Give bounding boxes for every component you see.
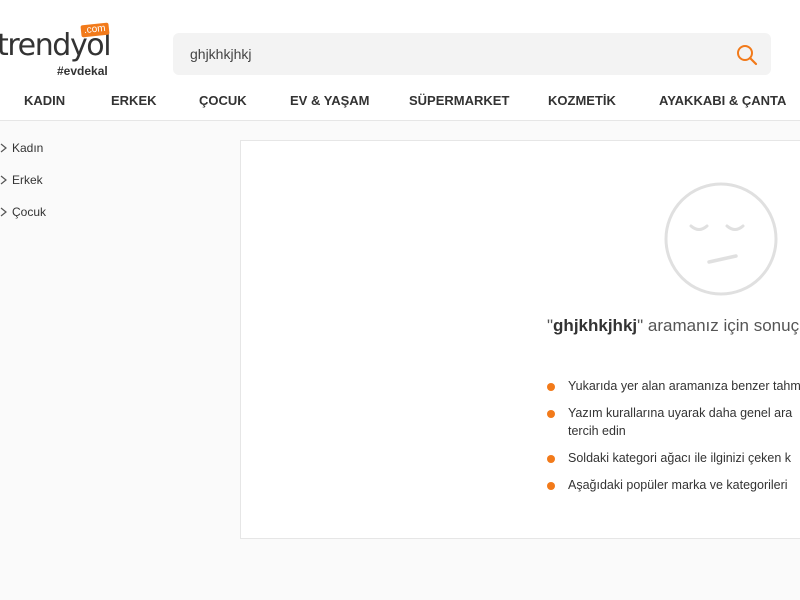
site-header: trendyol .com #evdekal KADIN ERKEK ÇOCUK… <box>0 0 800 121</box>
trendyol-logo[interactable]: trendyol .com #evdekal <box>0 22 120 80</box>
sidebar-item-label: Çocuk <box>12 205 47 219</box>
nav-item-kadin[interactable]: KADIN <box>24 86 65 116</box>
chevron-right-icon <box>0 175 7 185</box>
search-query: ghjkhkjhkj <box>553 316 638 335</box>
bullet-dot-icon <box>547 482 555 490</box>
tip-text: Yukarıda yer alan aramanıza benzer tahm <box>568 379 800 393</box>
sidebar-item-label: Kadın <box>12 141 44 155</box>
bullet-dot-icon <box>547 410 555 418</box>
search-icon[interactable] <box>736 44 758 66</box>
sidebar-item-kadin[interactable]: Kadın <box>0 134 200 162</box>
tip-line: Yazım kurallarına uyarak daha genel ara <box>568 406 793 420</box>
search-bar <box>173 33 771 75</box>
sad-face-icon <box>664 182 778 296</box>
chevron-right-icon <box>0 143 7 153</box>
tip-text: Aşağıdaki popüler marka ve kategorileri <box>568 478 788 492</box>
no-results-panel: "ghjkhkjhkj" aramanız için sonuç b Yukar… <box>240 140 800 539</box>
sidebar-item-erkek[interactable]: Erkek <box>0 166 200 194</box>
no-results-message: "ghjkhkjhkj" aramanız için sonuç b <box>547 314 800 338</box>
tip-text: Soldaki kategori ağacı ile ilginizi çeke… <box>568 451 792 465</box>
category-nav: KADIN ERKEK ÇOCUK EV & YAŞAM SÜPERMARKET… <box>0 86 800 118</box>
search-input[interactable] <box>173 33 713 75</box>
nav-item-kozmetik[interactable]: KOZMETİK <box>548 86 616 116</box>
bullet-dot-icon <box>547 455 555 463</box>
tip-text: Yazım kurallarına uyarak daha genel ara t… <box>568 404 792 440</box>
logo-tagline: #evdekal <box>57 64 108 78</box>
nav-item-supermarket[interactable]: SÜPERMARKET <box>409 86 509 116</box>
sidebar-item-cocuk[interactable]: Çocuk <box>0 198 200 226</box>
message-tail: " aramanız için sonuç b <box>637 316 800 335</box>
nav-item-erkek[interactable]: ERKEK <box>111 86 157 116</box>
bullet-dot-icon <box>547 383 555 391</box>
sidebar-item-label: Erkek <box>12 173 43 187</box>
nav-item-cocuk[interactable]: ÇOCUK <box>199 86 247 116</box>
nav-item-ev-yasam[interactable]: EV & YAŞAM <box>290 86 369 116</box>
nav-item-ayakkabi-canta[interactable]: AYAKKABI & ÇANTA <box>659 86 786 116</box>
chevron-right-icon <box>0 207 7 217</box>
tip-line: tercih edin <box>568 424 626 438</box>
